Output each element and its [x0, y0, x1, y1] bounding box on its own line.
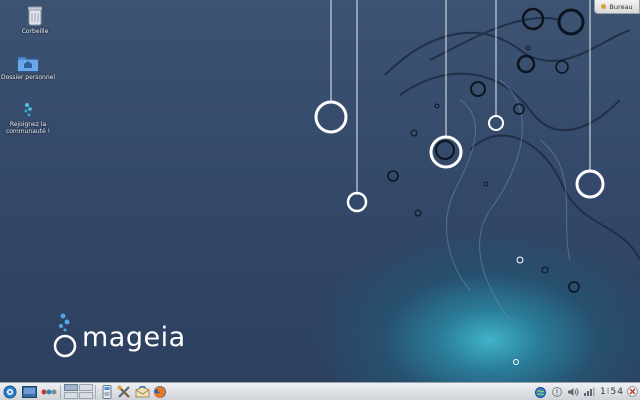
application-menu-button[interactable] [2, 384, 18, 400]
dolphin-icon [102, 384, 112, 399]
trash-icon [28, 6, 42, 26]
network-icon [583, 387, 595, 396]
web-browser-launcher[interactable] [152, 384, 168, 400]
pager-desktop-4[interactable] [78, 392, 93, 400]
pager-desktop-1[interactable] [63, 383, 78, 391]
system-settings-launcher[interactable] [116, 384, 132, 400]
desktop-icon [21, 385, 37, 398]
mail-icon [135, 385, 149, 397]
tools-icon [117, 385, 130, 398]
notifications-button[interactable] [550, 384, 564, 400]
desktop-icon-label: Dossier personnel [1, 74, 56, 81]
mail-client-launcher[interactable] [134, 384, 150, 400]
volume-icon [567, 388, 579, 396]
folder-home-icon [17, 56, 39, 72]
taskbar-separator [95, 384, 96, 399]
clock[interactable]: 1⁝54 [600, 387, 624, 397]
desktop-icon-community[interactable]: Rejoignez la communauté ! [1, 101, 55, 135]
desktop-icon-home-folder[interactable]: Dossier personnel [1, 54, 55, 81]
panel-toolbox-button[interactable] [627, 386, 638, 397]
pager-desktop-3[interactable] [63, 392, 78, 400]
activity-dots-icon [41, 389, 57, 394]
mageia-community-icon [24, 103, 32, 117]
activity-button-label: Bureau [609, 2, 633, 11]
network-button[interactable] [582, 384, 596, 400]
firefox-icon [154, 385, 166, 398]
activity-lamp-icon [601, 4, 607, 9]
desktop-icon-label: Rejoignez la communauté ! [5, 121, 51, 135]
activity-manager-button[interactable] [40, 384, 58, 400]
system-tray: 1⁝54 [532, 383, 640, 400]
file-manager-launcher[interactable] [100, 384, 114, 400]
desktop-icon-trash[interactable]: Corbeille [8, 6, 62, 35]
panel-toolbox-icon [629, 388, 636, 395]
desktop-icon-label: Corbeille [21, 28, 49, 35]
kde-launcher-icon [3, 385, 17, 398]
activity-button[interactable]: Bureau [594, 0, 640, 14]
network-globe-button[interactable] [534, 384, 548, 400]
mageia-logo-icon [53, 313, 77, 358]
show-desktop-button[interactable] [20, 384, 38, 400]
taskbar-separator [60, 384, 61, 399]
mageia-logo-text: mageia [82, 322, 186, 353]
volume-button[interactable] [566, 384, 580, 400]
network-globe-icon [535, 386, 547, 398]
notifications-icon [551, 387, 562, 397]
pager [63, 383, 93, 400]
pager-desktop-2[interactable] [78, 383, 93, 391]
taskbar: 1⁝54 [0, 382, 640, 400]
